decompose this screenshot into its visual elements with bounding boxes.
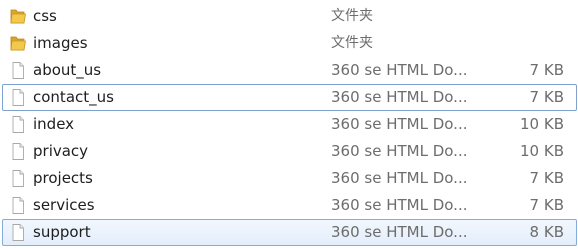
file-type: 360 se HTML Do...	[331, 223, 468, 241]
document-icon	[9, 223, 27, 242]
file-size: 10 KB	[520, 142, 564, 160]
file-size: 8 KB	[529, 223, 564, 241]
file-row-privacy[interactable]: privacy 360 se HTML Do... 10 KB	[2, 138, 577, 165]
file-type: 360 se HTML Do...	[331, 115, 468, 133]
file-type: 360 se HTML Do...	[331, 196, 468, 214]
document-icon	[9, 115, 27, 134]
file-name: css	[33, 7, 57, 25]
file-row-index[interactable]: index 360 se HTML Do... 10 KB	[2, 111, 577, 138]
document-icon	[9, 61, 27, 80]
file-row-css[interactable]: css 文件夹	[2, 3, 577, 30]
document-icon	[9, 169, 27, 188]
file-name: support	[33, 223, 91, 241]
file-type: 360 se HTML Do...	[331, 142, 468, 160]
file-size: 7 KB	[529, 169, 564, 187]
file-type: 文件夹	[331, 35, 373, 51]
file-name: privacy	[33, 142, 89, 160]
file-row-about-us[interactable]: about_us 360 se HTML Do... 7 KB	[2, 57, 577, 84]
file-row-support[interactable]: support 360 se HTML Do... 8 KB	[2, 219, 577, 246]
folder-icon	[9, 34, 27, 53]
file-type: 文件夹	[331, 8, 373, 24]
file-size: 7 KB	[529, 88, 564, 106]
file-size: 7 KB	[529, 61, 564, 79]
file-name: index	[33, 115, 75, 133]
file-type: 360 se HTML Do...	[331, 61, 468, 79]
document-icon	[9, 88, 27, 107]
file-row-contact-us[interactable]: contact_us 360 se HTML Do... 7 KB	[2, 84, 577, 111]
file-list: css 文件夹 images 文件夹 about_us 360 se HTML …	[0, 3, 578, 246]
file-row-images[interactable]: images 文件夹	[2, 30, 577, 57]
folder-icon	[9, 7, 27, 26]
document-icon	[9, 196, 27, 215]
file-name: contact_us	[33, 88, 114, 106]
file-row-services[interactable]: services 360 se HTML Do... 7 KB	[2, 192, 577, 219]
file-size: 10 KB	[520, 115, 564, 133]
file-type: 360 se HTML Do...	[331, 169, 468, 187]
file-name: projects	[33, 169, 93, 187]
file-size: 7 KB	[529, 196, 564, 214]
file-row-projects[interactable]: projects 360 se HTML Do... 7 KB	[2, 165, 577, 192]
file-name: about_us	[33, 61, 102, 79]
file-name: images	[33, 34, 88, 52]
file-type: 360 se HTML Do...	[331, 88, 468, 106]
file-name: services	[33, 196, 95, 214]
document-icon	[9, 142, 27, 161]
